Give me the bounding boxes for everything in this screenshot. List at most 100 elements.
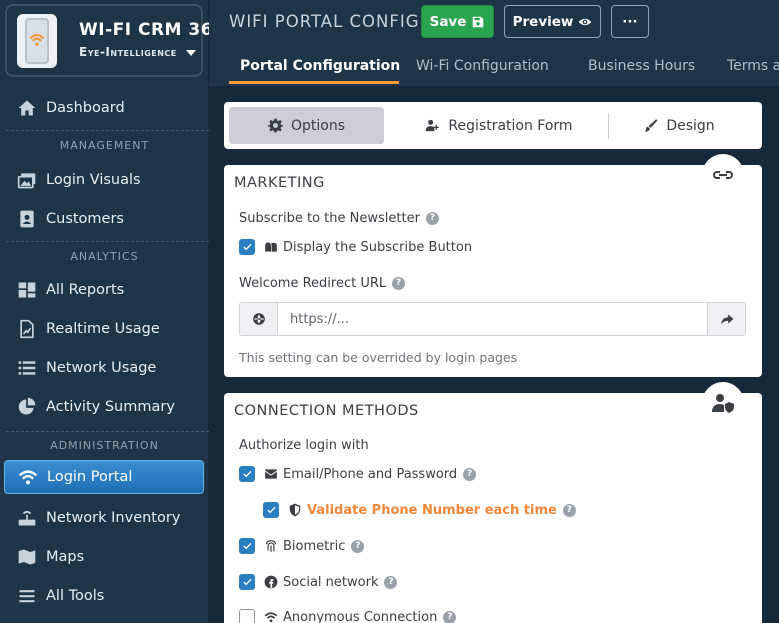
link-icon <box>702 154 744 196</box>
help-icon[interactable]: ? <box>351 539 365 553</box>
help-icon[interactable]: ? <box>384 575 398 589</box>
wifi-icon <box>264 612 278 623</box>
tab-portal-configuration[interactable]: Portal Configuration <box>240 58 400 74</box>
wifi-icon <box>17 467 39 487</box>
help-icon[interactable]: ? <box>392 277 406 290</box>
brand-title: WI-FI CRM 360 <box>79 20 226 40</box>
config-tabs: Portal Configuration Wi-Fi Configuration… <box>209 52 779 85</box>
divider <box>6 241 209 242</box>
eye-icon <box>578 18 592 25</box>
sidebar-item-realtime-usage[interactable]: Realtime Usage <box>0 312 209 346</box>
help-icon[interactable]: ? <box>562 503 576 517</box>
checkbox-checked[interactable] <box>239 466 255 482</box>
save-button[interactable]: Save <box>421 5 494 38</box>
redirect-url-group <box>239 302 746 336</box>
share-arrow-button[interactable] <box>707 303 745 335</box>
fingerprint-icon <box>265 540 277 552</box>
checkbox-label: Biometric <box>283 538 346 554</box>
sidebar-item-all-tools[interactable]: All Tools <box>0 579 209 613</box>
marketing-card: MARKETING Subscribe to the Newsletter ? … <box>224 154 762 377</box>
checkbox-label: Email/Phone and Password <box>283 466 458 482</box>
list-icon <box>16 358 38 378</box>
sidebar-item-label: Login Portal <box>47 469 133 485</box>
segment-design[interactable]: Design <box>624 107 734 144</box>
checkbox-label: Anonymous Connection <box>283 609 438 623</box>
email-phone-checkbox-row[interactable]: Email/Phone and Password ? <box>239 466 477 482</box>
newsletter-label: Subscribe to the Newsletter ? <box>239 211 439 226</box>
validate-phone-checkbox-row[interactable]: Validate Phone Number each time ? <box>263 502 576 518</box>
help-icon[interactable]: ? <box>425 212 439 225</box>
page-title: WIFI PORTAL CONFIG <box>229 12 420 31</box>
more-options-button[interactable]: ··· <box>611 5 649 38</box>
globe-icon <box>240 303 278 335</box>
segment-options[interactable]: Options <box>229 107 384 144</box>
sidebar-item-label: Network Inventory <box>46 510 181 526</box>
sidebar-item-login-visuals[interactable]: Login Visuals <box>0 163 209 197</box>
social-network-checkbox-row[interactable]: Social network ? <box>239 574 398 590</box>
authorize-label: Authorize login with <box>239 438 369 453</box>
sidebar-item-all-reports[interactable]: All Reports <box>0 273 209 307</box>
connection-methods-card: CONNECTION METHODS Authorize login with … <box>224 382 762 623</box>
sidebar-item-label: Login Visuals <box>46 172 141 188</box>
checkbox-checked[interactable] <box>239 574 255 590</box>
map-icon <box>16 547 38 567</box>
segment-label: Registration Form <box>448 117 573 134</box>
newsletter-label-text: Subscribe to the Newsletter <box>239 211 420 226</box>
section-administration: ADMINISTRATION <box>50 439 159 452</box>
sidebar-item-login-portal[interactable]: Login Portal <box>4 460 204 494</box>
checkbox-label: Social network <box>283 574 379 590</box>
segment-registration-form[interactable]: Registration Form <box>404 107 594 144</box>
checkbox-label: Validate Phone Number each time <box>307 502 557 518</box>
biometric-checkbox-row[interactable]: Biometric ? <box>239 538 365 554</box>
wifi-phone-logo <box>17 14 57 68</box>
gear-icon <box>267 118 283 133</box>
brand-switcher[interactable]: WI-FI CRM 360 Eye-Intelligence <box>5 4 225 77</box>
tab-business-hours[interactable]: Business Hours <box>588 58 695 74</box>
sidebar-item-activity-summary[interactable]: Activity Summary <box>0 390 209 424</box>
chevron-down-icon[interactable] <box>186 50 196 56</box>
sidebar-item-label: Maps <box>46 549 85 565</box>
checkbox-label: Display the Subscribe Button <box>283 239 473 255</box>
images-icon <box>16 170 38 190</box>
shield-icon <box>289 503 301 517</box>
section-analytics: ANALYTICS <box>70 250 139 263</box>
main-content: Options Registration Form Design MARKETI… <box>209 86 779 623</box>
ellipsis-icon: ··· <box>622 13 638 30</box>
sidebar-item-dashboard[interactable]: Dashboard <box>0 91 209 125</box>
pie-chart-icon <box>16 397 38 417</box>
sidebar-item-label: Realtime Usage <box>46 321 160 337</box>
checkbox-checked[interactable] <box>239 538 255 554</box>
checkbox-unchecked[interactable] <box>239 609 255 623</box>
help-icon[interactable]: ? <box>463 467 477 481</box>
divider <box>6 130 209 131</box>
file-chart-icon <box>16 319 38 339</box>
card-title: MARKETING <box>234 175 325 191</box>
redirect-url-input[interactable] <box>278 303 707 335</box>
anonymous-checkbox-row[interactable]: Anonymous Connection ? <box>239 609 457 623</box>
home-icon <box>16 98 38 118</box>
help-icon[interactable]: ? <box>443 610 457 623</box>
checkbox-checked[interactable] <box>239 239 255 255</box>
subscribe-button-checkbox-row[interactable]: Display the Subscribe Button <box>239 239 472 255</box>
sidebar-item-network-usage[interactable]: Network Usage <box>0 351 209 385</box>
sidebar-item-network-inventory[interactable]: Network Inventory <box>0 501 209 535</box>
sidebar-item-label: Activity Summary <box>46 399 175 415</box>
sidebar-item-label: Customers <box>46 211 124 227</box>
checkbox-checked[interactable] <box>263 502 279 518</box>
tab-wifi-configuration[interactable]: Wi-Fi Configuration <box>416 58 549 74</box>
menu-bars-icon <box>16 586 38 606</box>
divider <box>608 113 609 139</box>
envelope-icon <box>265 469 277 479</box>
mailbox-icon <box>265 242 277 252</box>
sidebar-item-maps[interactable]: Maps <box>0 540 209 574</box>
dashboard-grid-icon <box>16 280 38 300</box>
sidebar-item-customers[interactable]: Customers <box>0 202 209 236</box>
share-icon <box>720 314 733 325</box>
active-tab-indicator <box>229 81 399 84</box>
tab-terms[interactable]: Terms a <box>727 58 779 74</box>
sidebar-item-label: All Tools <box>46 588 105 604</box>
user-shield-icon <box>702 382 744 424</box>
preview-button[interactable]: Preview <box>504 5 601 38</box>
redirect-url-hint: This setting can be overrided by login p… <box>239 350 518 365</box>
facebook-icon <box>264 575 278 589</box>
